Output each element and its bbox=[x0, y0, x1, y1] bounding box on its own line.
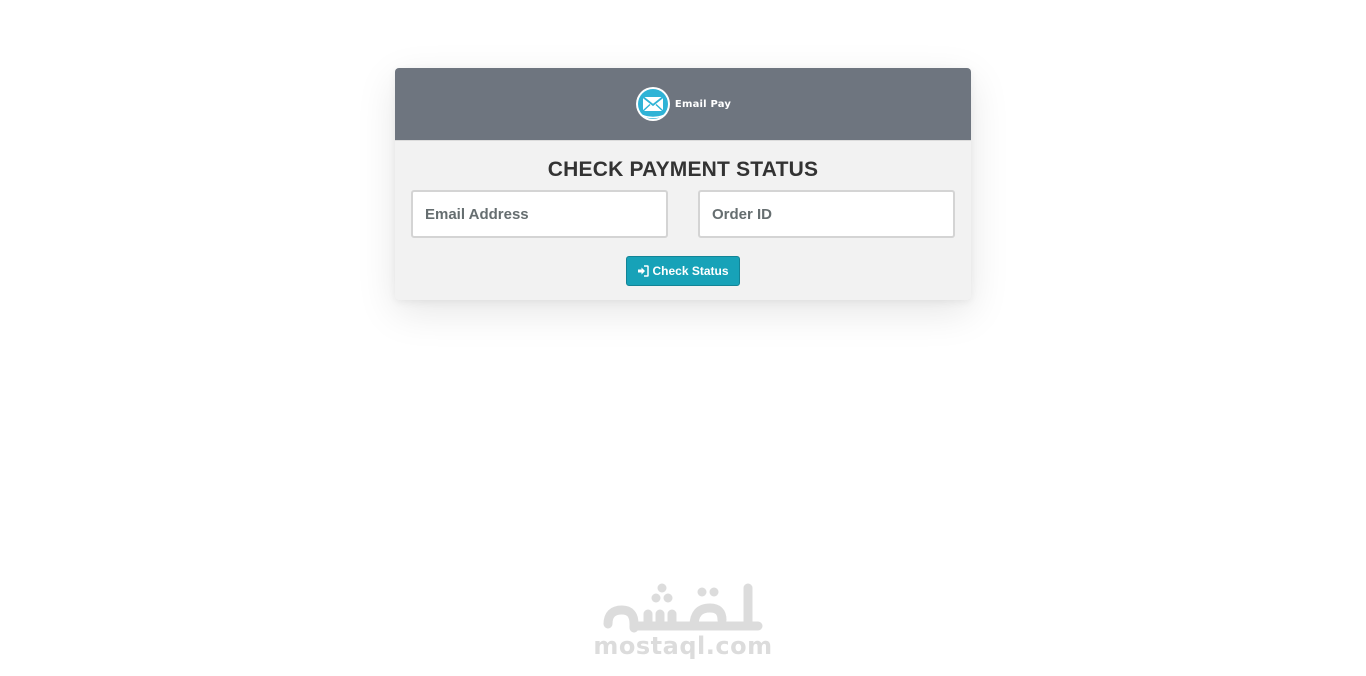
watermark: mostaql.com bbox=[583, 580, 783, 660]
check-status-button[interactable]: Check Status bbox=[626, 256, 740, 286]
email-field[interactable] bbox=[411, 190, 668, 238]
check-status-label: Check Status bbox=[652, 264, 729, 278]
card-header: Email Pay bbox=[395, 68, 971, 141]
watermark-text: mostaql.com bbox=[593, 632, 773, 660]
sign-in-icon bbox=[638, 265, 650, 277]
page: Email Pay CHECK PAYMENT STATUS Check Sta… bbox=[0, 0, 1366, 676]
form-actions: Check Status bbox=[411, 256, 955, 286]
page-title: CHECK PAYMENT STATUS bbox=[547, 158, 819, 181]
order-id-field[interactable] bbox=[698, 190, 955, 238]
mostaql-logo-mark bbox=[603, 583, 763, 633]
envelope-circle-icon bbox=[635, 87, 670, 121]
card-body: CHECK PAYMENT STATUS Check Status bbox=[395, 141, 971, 286]
form-fields bbox=[411, 190, 955, 238]
brand-name: Email Pay bbox=[674, 98, 732, 110]
payment-status-card: Email Pay CHECK PAYMENT STATUS Check Sta… bbox=[395, 68, 971, 300]
